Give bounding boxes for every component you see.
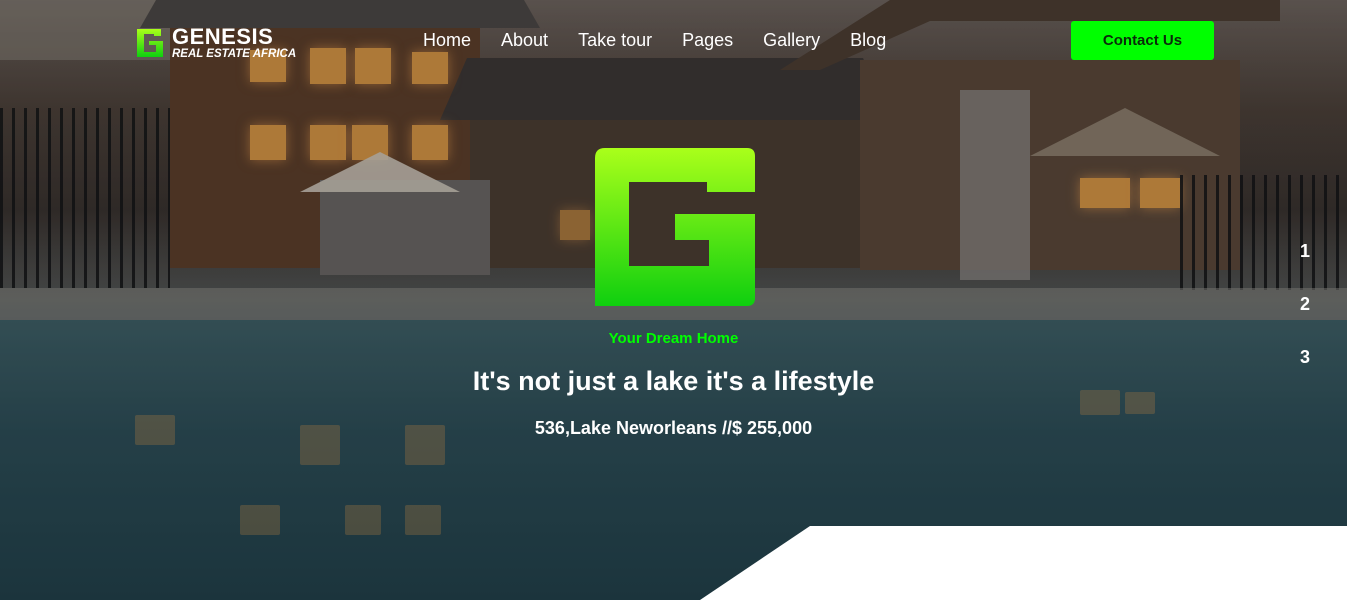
section-divider (700, 526, 1347, 600)
nav-gallery[interactable]: Gallery (763, 30, 820, 51)
nav-pages[interactable]: Pages (682, 30, 733, 51)
nav-home[interactable]: Home (423, 30, 471, 51)
brand-name: GENESIS (172, 24, 274, 49)
hero-headline: It's not just a lake it's a lifestyle (472, 366, 875, 396)
genesis-g-logo-icon (595, 148, 756, 306)
slide-2-button[interactable]: 2 (1300, 293, 1310, 315)
slide-1-button[interactable]: 1 (1300, 240, 1310, 262)
nav-blog[interactable]: Blog (850, 30, 886, 51)
slide-3-button[interactable]: 3 (1300, 346, 1310, 368)
nav-about[interactable]: About (501, 30, 548, 51)
nav-take-tour[interactable]: Take tour (578, 30, 652, 51)
hero-tagline: Your Dream Home (608, 330, 739, 347)
genesis-logo-icon (135, 27, 165, 59)
main-nav: Home About Take tour Pages Gallery Blog (423, 30, 886, 51)
contact-us-button[interactable]: Contact Us (1071, 21, 1214, 60)
brand-subtitle: REAL ESTATE AFRICA (172, 48, 297, 60)
brand-logo[interactable]: GENESIS REAL ESTATE AFRICA (135, 26, 296, 61)
hero-address-price: 536,Lake Neworleans //$ 255,000 (534, 418, 813, 438)
slider-pagination: 1 2 3 (1300, 240, 1310, 368)
